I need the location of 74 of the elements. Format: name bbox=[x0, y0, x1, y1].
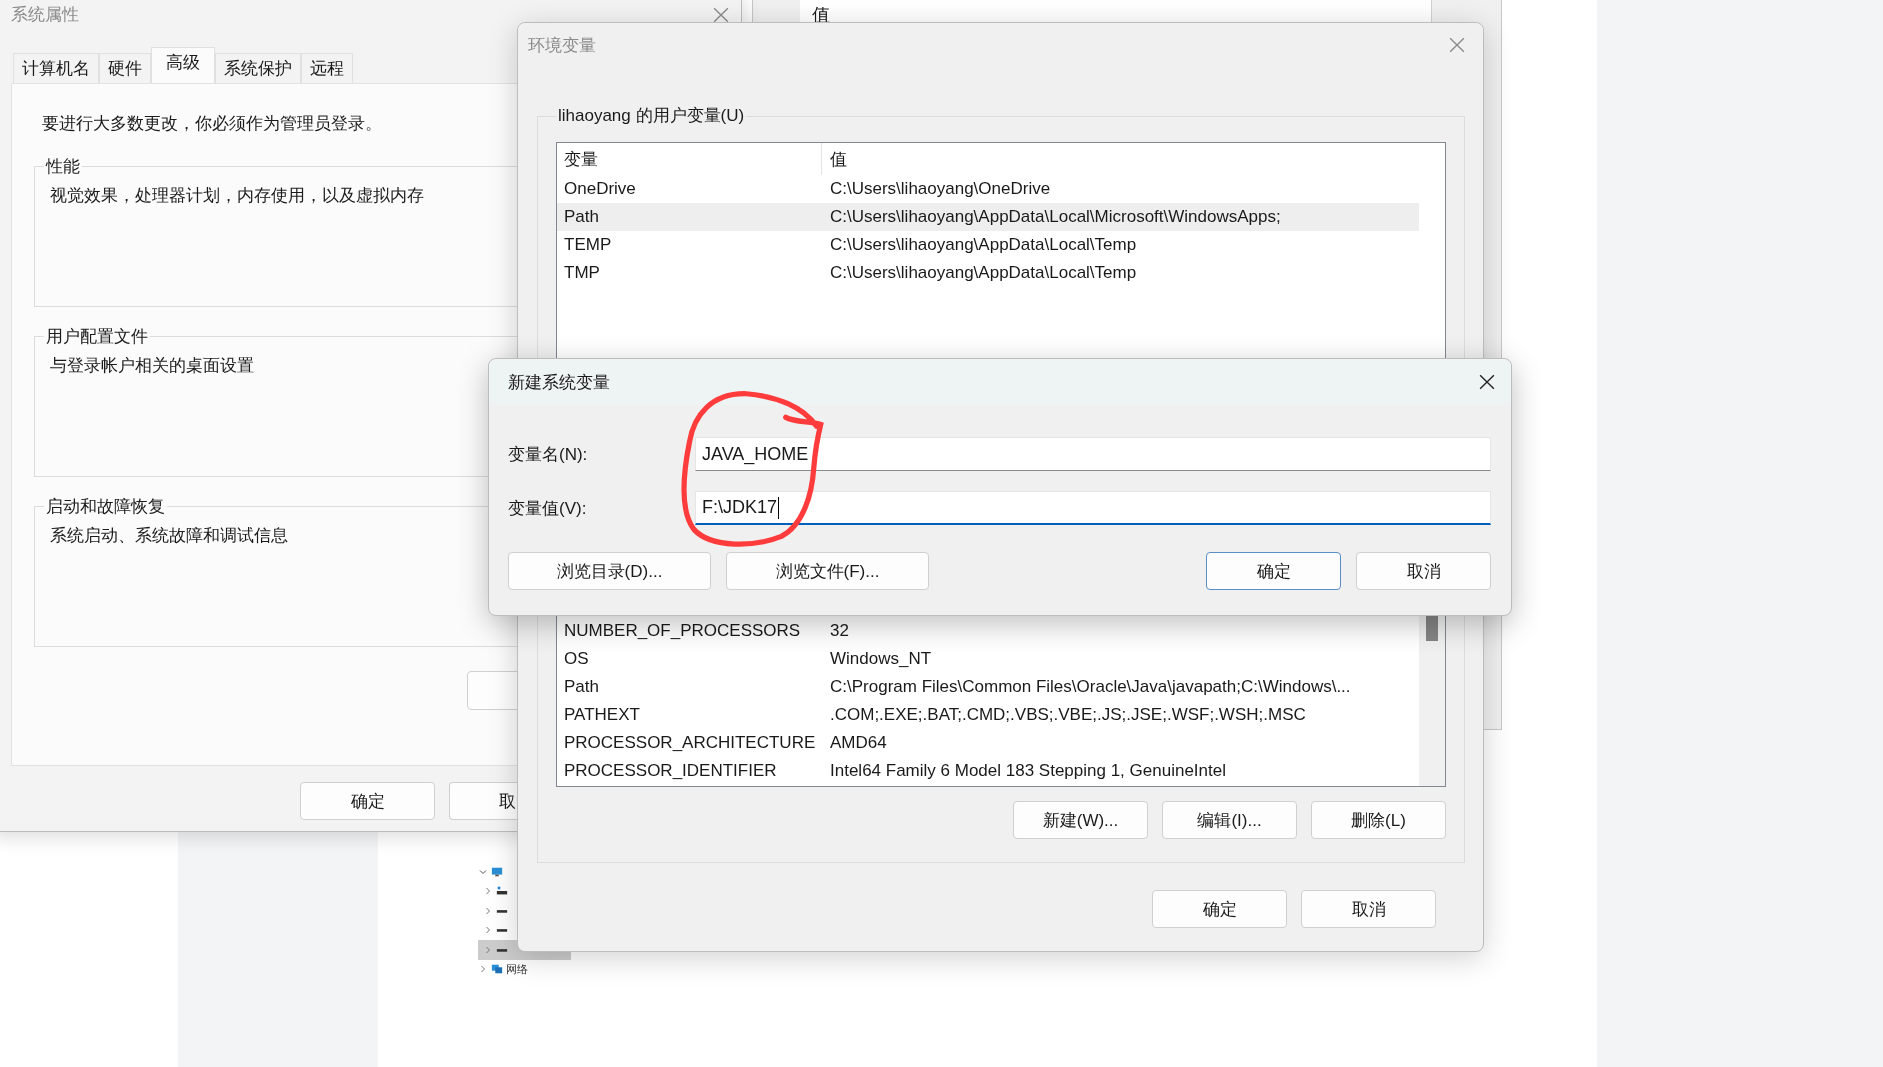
group-title: lihaoyang 的用户变量(U) bbox=[557, 105, 746, 127]
list-row[interactable]: NUMBER_OF_PROCESSORS 32 bbox=[557, 617, 1419, 645]
group-title: 启动和故障恢复 bbox=[45, 496, 166, 518]
table-cell-text: OneDrive bbox=[563, 178, 637, 200]
chevron-right-icon[interactable] bbox=[483, 886, 493, 897]
column-header[interactable]: 变量 bbox=[557, 143, 822, 175]
group-title: 性能 bbox=[44, 156, 81, 178]
scrollbar-thumb[interactable] bbox=[1426, 615, 1438, 641]
chevron-right-icon[interactable] bbox=[483, 944, 493, 955]
table-cell-text: OS bbox=[563, 648, 590, 670]
table-cell-text: Windows_NT bbox=[829, 648, 932, 670]
dialog-button[interactable]: 确定 bbox=[300, 782, 435, 820]
tab[interactable]: 硬件 bbox=[99, 53, 151, 83]
group-description: 视觉效果，处理器计划，内存使用，以及虚拟内存 bbox=[50, 186, 424, 205]
table-cell-text: AMD64 bbox=[829, 732, 887, 754]
table-cell-text: Intel64 Family 6 Model 183 Stepping 1, GenuineIntel bbox=[829, 760, 1226, 782]
dialog-button[interactable]: 确定 bbox=[1152, 890, 1287, 928]
chevron-right-icon[interactable] bbox=[478, 964, 488, 975]
dialog-button[interactable]: 编辑(I)... bbox=[1162, 801, 1297, 839]
list-row[interactable]: TMP C:\Users\lihaoyang\AppData\Local\Temp bbox=[557, 259, 1419, 287]
column-header[interactable]: 值 bbox=[822, 143, 847, 175]
table-cell-text: Path bbox=[563, 206, 600, 228]
table-cell-text: C:\Users\lihaoyang\OneDrive bbox=[829, 178, 1051, 200]
table-cell-text: C:\Program Files\Common Files\Oracle\Java\javapath;C:\Windows\... bbox=[829, 676, 1351, 698]
dialog-button[interactable]: 浏览目录(D)... bbox=[508, 552, 711, 590]
field-label: 变量名(N): bbox=[508, 443, 589, 466]
group-description: 与登录帐户相关的桌面设置 bbox=[50, 356, 254, 375]
monitor-icon bbox=[491, 865, 503, 878]
notice-text: 要进行大多数更改，你必须作为管理员登录。 bbox=[42, 114, 382, 133]
input-field[interactable]: JAVA_HOME bbox=[695, 437, 1491, 471]
dialog-button[interactable]: 删除(L) bbox=[1311, 801, 1446, 839]
tab[interactable]: 系统保护 bbox=[215, 53, 301, 83]
tree-item[interactable]: 网络 bbox=[506, 961, 528, 977]
table-cell-text: Path bbox=[563, 676, 600, 698]
table-cell-text: C:\Users\lihaoyang\AppData\Local\Microsoft\WindowsApps; bbox=[829, 206, 1281, 228]
table-cell-text: C:\Users\lihaoyang\AppData\Local\Temp bbox=[829, 234, 1137, 256]
window-title: 环境变量 bbox=[528, 34, 596, 57]
list-row[interactable]: OneDrive C:\Users\lihaoyang\OneDrive bbox=[557, 175, 1419, 203]
dialog-button[interactable]: 取 bbox=[449, 782, 518, 820]
close-icon[interactable] bbox=[1479, 374, 1495, 390]
tab[interactable]: 远程 bbox=[301, 53, 353, 83]
tab[interactable]: 高级 bbox=[151, 47, 215, 83]
list-row[interactable]: OS Windows_NT bbox=[557, 645, 1419, 673]
table-cell-text: PROCESSOR_IDENTIFIER bbox=[563, 760, 778, 782]
table-cell-text: .COM;.EXE;.BAT;.CMD;.VBS;.VBE;.JS;.JSE;.WSF;.WSH;.MSC bbox=[829, 704, 1306, 726]
chevron-right-icon[interactable] bbox=[483, 905, 493, 916]
dialog-button[interactable]: 浏览文件(F)... bbox=[726, 552, 929, 590]
chevron-right-icon[interactable] bbox=[483, 925, 493, 936]
tab[interactable]: 计算机名 bbox=[13, 53, 99, 83]
window-title: 系统属性 bbox=[11, 4, 79, 26]
list-row[interactable]: PROCESSOR_ARCHITECTURE AMD64 bbox=[557, 729, 1419, 757]
input-field[interactable]: F:\JDK17 bbox=[695, 491, 1491, 525]
dialog-button[interactable]: 新建(W)... bbox=[1013, 801, 1148, 839]
column-header: 值 bbox=[812, 5, 830, 25]
group-description: 系统启动、系统故障和调试信息 bbox=[50, 526, 288, 545]
list-row[interactable]: PATHEXT .COM;.EXE;.BAT;.CMD;.VBS;.VBE;.JS;.JSE;.WSF;.WSH;.MSC bbox=[557, 701, 1419, 729]
field-label: 变量值(V): bbox=[508, 497, 588, 520]
list-row[interactable]: TEMP C:\Users\lihaoyang\AppData\Local\Temp bbox=[557, 231, 1419, 259]
table-cell-text: NUMBER_OF_PROCESSORS bbox=[563, 620, 802, 642]
table-cell-text: TEMP bbox=[563, 234, 613, 256]
table-cell-text: PATHEXT bbox=[563, 704, 641, 726]
table-cell-text: C:\Users\lihaoyang\AppData\Local\Temp bbox=[829, 262, 1137, 284]
group-title: 用户配置文件 bbox=[45, 326, 149, 348]
list-row[interactable]: Path C:\Program Files\Common Files\Oracle\Java\javapath;C:\Windows\... bbox=[557, 673, 1419, 701]
window-title: 新建系统变量 bbox=[508, 371, 610, 394]
dialog-button[interactable]: 确定 bbox=[1206, 552, 1341, 590]
table-cell-text: 32 bbox=[829, 620, 849, 642]
dialog-button[interactable]: 取消 bbox=[1356, 552, 1491, 590]
table-cell-text: TMP bbox=[563, 262, 601, 284]
table-cell-text: PROCESSOR_ARCHITECTURE bbox=[563, 732, 817, 754]
network-icon bbox=[491, 963, 503, 976]
list-row[interactable]: Path C:\Users\lihaoyang\AppData\Local\Microsoft\WindowsApps; bbox=[557, 203, 1419, 231]
list-row[interactable]: PROCESSOR_IDENTIFIER Intel64 Family 6 Model 183 Stepping 1, GenuineIntel bbox=[557, 757, 1419, 785]
dialog-button[interactable]: 取消 bbox=[1301, 890, 1436, 928]
